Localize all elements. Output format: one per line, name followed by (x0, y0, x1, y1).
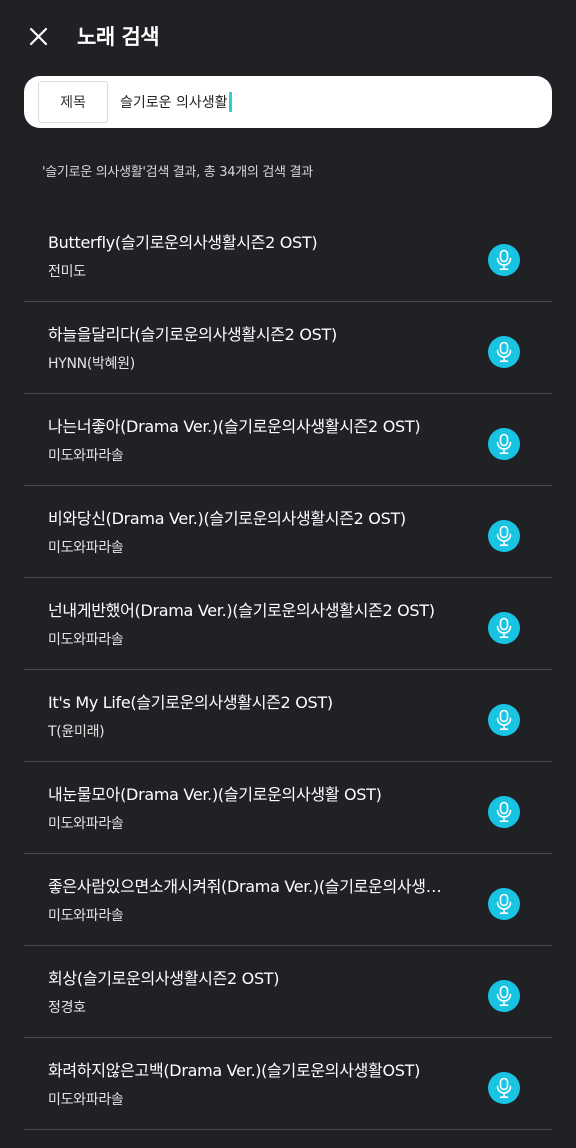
sing-button[interactable] (488, 888, 520, 920)
song-row[interactable]: 내눈물모아(Drama Ver.)(슬기로운의사생활 OST) 미도와파라솔 (24, 762, 552, 854)
microphone-icon (495, 801, 513, 823)
close-icon (29, 27, 48, 46)
microphone-icon (495, 617, 513, 639)
song-row[interactable]: 나는너좋아(Drama Ver.)(슬기로운의사생활시즌2 OST) 미도와파라솔 (24, 394, 552, 486)
song-list: Butterfly(슬기로운의사생활시즌2 OST) 전미도하늘을달리다(슬기로운… (24, 210, 552, 1130)
song-artist: 미도와파라솔 (48, 908, 124, 924)
sing-button[interactable] (488, 428, 520, 460)
song-title: 화려하지않은고백(Drama Ver.)(슬기로운의사생활OST) (48, 1061, 421, 1080)
microphone-icon (495, 985, 513, 1007)
close-button[interactable] (24, 22, 54, 52)
microphone-icon (495, 341, 513, 363)
song-title: 넌내게반했어(Drama Ver.)(슬기로운의사생활시즌2 OST) (48, 601, 435, 620)
song-row[interactable]: 회상(슬기로운의사생활시즌2 OST) 정경호 (24, 946, 552, 1038)
sing-button[interactable] (488, 244, 520, 276)
microphone-icon (495, 249, 513, 271)
microphone-icon (495, 1077, 513, 1099)
sing-button[interactable] (488, 980, 520, 1012)
sing-button[interactable] (488, 336, 520, 368)
microphone-icon (495, 433, 513, 455)
song-artist: 미도와파라솔 (48, 540, 124, 556)
song-title: It's My Life(슬기로운의사생활시즌2 OST) (48, 693, 333, 712)
sing-button[interactable] (488, 612, 520, 644)
song-title: 나는너좋아(Drama Ver.)(슬기로운의사생활시즌2 OST) (48, 417, 421, 436)
song-title: 좋은사람있으면소개시켜줘(Drama Ver.)(슬기로운의사생활시즌2 OST… (48, 877, 452, 896)
song-row[interactable]: 하늘을달리다(슬기로운의사생활시즌2 OST) HYNN(박혜원) (24, 302, 552, 394)
microphone-icon (495, 525, 513, 547)
song-row[interactable]: 화려하지않은고백(Drama Ver.)(슬기로운의사생활OST) 미도와파라솔 (24, 1038, 552, 1130)
song-artist: 미도와파라솔 (48, 448, 124, 464)
result-summary: '슬기로운 의사생활'검색 결과, 총 34개의 검색 결과 (42, 165, 313, 180)
song-artist: HYNN(박혜원) (48, 356, 135, 372)
sing-button[interactable] (488, 520, 520, 552)
song-artist: 정경호 (48, 1000, 86, 1016)
song-search-screen: 노래 검색 제목 슬기로운 의사생활 '슬기로운 의사생활'검색 결과, 총 3… (0, 0, 576, 1148)
song-row[interactable]: Butterfly(슬기로운의사생활시즌2 OST) 전미도 (24, 210, 552, 302)
search-input-value: 슬기로운 의사생활 (120, 95, 228, 111)
header: 노래 검색 (0, 0, 576, 72)
song-row[interactable]: It's My Life(슬기로운의사생활시즌2 OST) T(윤미래) (24, 670, 552, 762)
search-field-select[interactable]: 제목 (38, 81, 108, 123)
song-row[interactable]: 비와당신(Drama Ver.)(슬기로운의사생활시즌2 OST) 미도와파라솔 (24, 486, 552, 578)
song-artist: 미도와파라솔 (48, 632, 124, 648)
song-row[interactable]: 넌내게반했어(Drama Ver.)(슬기로운의사생활시즌2 OST) 미도와파라… (24, 578, 552, 670)
song-title: 회상(슬기로운의사생활시즌2 OST) (48, 969, 280, 988)
text-caret (228, 92, 232, 112)
search-bar: 제목 슬기로운 의사생활 (24, 76, 552, 128)
song-row[interactable]: 좋은사람있으면소개시켜줘(Drama Ver.)(슬기로운의사생활시즌2 OST… (24, 854, 552, 946)
microphone-icon (495, 893, 513, 915)
sing-button[interactable] (488, 704, 520, 736)
sing-button[interactable] (488, 796, 520, 828)
song-artist: T(윤미래) (48, 724, 105, 740)
song-artist: 미도와파라솔 (48, 816, 124, 832)
song-artist: 전미도 (48, 264, 86, 280)
page-title: 노래 검색 (77, 25, 160, 49)
sing-button[interactable] (488, 1072, 520, 1104)
search-input[interactable]: 슬기로운 의사생활 (120, 85, 530, 119)
song-title: 하늘을달리다(슬기로운의사생활시즌2 OST) (48, 325, 337, 344)
song-artist: 미도와파라솔 (48, 1092, 124, 1108)
microphone-icon (495, 709, 513, 731)
song-title: Butterfly(슬기로운의사생활시즌2 OST) (48, 233, 318, 252)
song-title: 내눈물모아(Drama Ver.)(슬기로운의사생활 OST) (48, 785, 382, 804)
song-title: 비와당신(Drama Ver.)(슬기로운의사생활시즌2 OST) (48, 509, 406, 528)
